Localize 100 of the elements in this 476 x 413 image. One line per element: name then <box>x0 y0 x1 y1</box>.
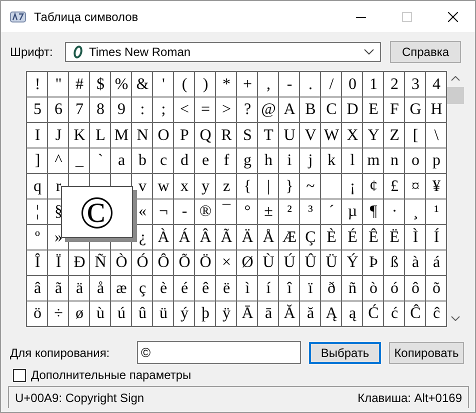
character-cell[interactable]: % <box>111 72 132 98</box>
character-cell[interactable]: m <box>363 148 384 174</box>
character-cell[interactable]: , <box>258 72 279 98</box>
character-cell[interactable]: ~ <box>300 174 321 200</box>
character-cell[interactable]: Ó <box>132 250 153 276</box>
character-cell[interactable]: * <box>216 72 237 98</box>
character-cell[interactable]: ` <box>90 148 111 174</box>
character-cell[interactable]: ? <box>237 98 258 123</box>
character-cell[interactable]: K <box>69 123 90 148</box>
character-cell[interactable]: Â <box>195 225 216 250</box>
character-cell[interactable]: Æ <box>279 225 300 250</box>
character-cell[interactable]: " <box>48 72 69 98</box>
character-cell[interactable]: 6 <box>48 98 69 123</box>
character-cell[interactable]: D <box>342 98 363 123</box>
close-icon[interactable] <box>448 12 458 22</box>
character-cell[interactable]: Á <box>174 225 195 250</box>
character-cell[interactable]: H <box>426 98 447 123</box>
character-cell[interactable]: { <box>237 174 258 200</box>
character-cell[interactable]: L <box>90 123 111 148</box>
character-cell[interactable]: h <box>258 148 279 174</box>
character-cell[interactable]: x <box>174 174 195 200</box>
character-cell[interactable]: k <box>321 148 342 174</box>
character-cell[interactable]: · <box>384 200 405 225</box>
character-cell[interactable]: J <box>48 123 69 148</box>
character-cell[interactable]: ' <box>153 72 174 98</box>
character-cell[interactable]: l <box>342 148 363 174</box>
character-cell[interactable]: Ö <box>195 250 216 276</box>
character-cell[interactable]: 4 <box>426 72 447 98</box>
character-cell[interactable]: £ <box>384 174 405 200</box>
character-cell[interactable]: 8 <box>90 98 111 123</box>
character-cell[interactable]: M <box>111 123 132 148</box>
character-cell[interactable]: 0 <box>342 72 363 98</box>
character-cell[interactable]: ¶ <box>363 200 384 225</box>
character-cell[interactable]: ï <box>300 276 321 302</box>
character-cell[interactable]: ù <box>90 302 111 327</box>
character-cell[interactable]: Ä <box>237 225 258 250</box>
character-cell[interactable]: 3 <box>405 72 426 98</box>
character-cell[interactable]: - <box>174 200 195 225</box>
character-cell[interactable]: æ <box>111 276 132 302</box>
character-cell[interactable]: ê <box>195 276 216 302</box>
character-cell[interactable]: > <box>216 98 237 123</box>
character-cell[interactable]: / <box>321 72 342 98</box>
character-cell[interactable]: g <box>237 148 258 174</box>
character-cell[interactable]: O <box>153 123 174 148</box>
character-cell[interactable]: N <box>132 123 153 148</box>
character-cell[interactable]: A <box>279 98 300 123</box>
character-cell[interactable]: å <box>90 276 111 302</box>
character-cell[interactable]: Ñ <box>90 250 111 276</box>
character-cell[interactable]: ý <box>174 302 195 327</box>
character-cell[interactable]: á <box>426 250 447 276</box>
character-cell[interactable]: T <box>258 123 279 148</box>
character-cell[interactable]: + <box>237 72 258 98</box>
character-cell[interactable]: Ã <box>216 225 237 250</box>
character-cell[interactable]: Ā <box>237 302 258 327</box>
character-cell[interactable]: $ <box>90 72 111 98</box>
character-cell[interactable]: e <box>195 148 216 174</box>
character-cell[interactable]: ú <box>111 302 132 327</box>
character-cell[interactable]: ) <box>195 72 216 98</box>
character-cell[interactable]: « <box>132 200 153 225</box>
character-cell[interactable]: ò <box>363 276 384 302</box>
character-cell[interactable]: n <box>384 148 405 174</box>
character-cell[interactable]: ö <box>27 302 48 327</box>
scroll-up-icon[interactable] <box>451 76 460 81</box>
character-cell[interactable]: S <box>237 123 258 148</box>
character-cell[interactable]: û <box>132 302 153 327</box>
character-cell[interactable]: Z <box>384 123 405 148</box>
character-cell[interactable]: = <box>195 98 216 123</box>
character-cell[interactable]: b <box>132 148 153 174</box>
character-cell[interactable]: c <box>153 148 174 174</box>
character-cell[interactable]: q <box>27 174 48 200</box>
character-cell[interactable]: é <box>174 276 195 302</box>
character-cell[interactable]: Û <box>300 250 321 276</box>
character-cell[interactable]: W <box>321 123 342 148</box>
character-cell[interactable]: ð <box>321 276 342 302</box>
character-cell[interactable]: ó <box>384 276 405 302</box>
character-cell[interactable]: ĉ <box>426 302 447 327</box>
character-cell[interactable]: Ð <box>69 250 90 276</box>
character-cell[interactable]: @ <box>258 98 279 123</box>
character-cell[interactable]: U <box>279 123 300 148</box>
character-cell[interactable]: E <box>363 98 384 123</box>
character-cell[interactable]: ® <box>195 200 216 225</box>
character-cell[interactable]: B <box>300 98 321 123</box>
character-cell[interactable]: w <box>153 174 174 200</box>
character-cell[interactable]: C <box>321 98 342 123</box>
character-cell[interactable]: Ë <box>384 225 405 250</box>
character-cell[interactable]: ´ <box>321 200 342 225</box>
character-cell[interactable]: ¹ <box>426 200 447 225</box>
select-button[interactable]: Выбрать <box>309 342 381 364</box>
character-cell[interactable]: É <box>342 225 363 250</box>
character-cell[interactable]: ( <box>174 72 195 98</box>
character-cell[interactable]: ß <box>384 250 405 276</box>
character-cell[interactable]: â <box>27 276 48 302</box>
character-cell[interactable]: Ò <box>111 250 132 276</box>
character-cell[interactable]: | <box>258 174 279 200</box>
character-cell[interactable]: Ø <box>237 250 258 276</box>
scroll-thumb[interactable] <box>447 87 464 104</box>
character-cell[interactable]: × <box>216 250 237 276</box>
character-cell[interactable]: ä <box>69 276 90 302</box>
character-cell[interactable]: ¢ <box>363 174 384 200</box>
character-cell[interactable]: } <box>279 174 300 200</box>
